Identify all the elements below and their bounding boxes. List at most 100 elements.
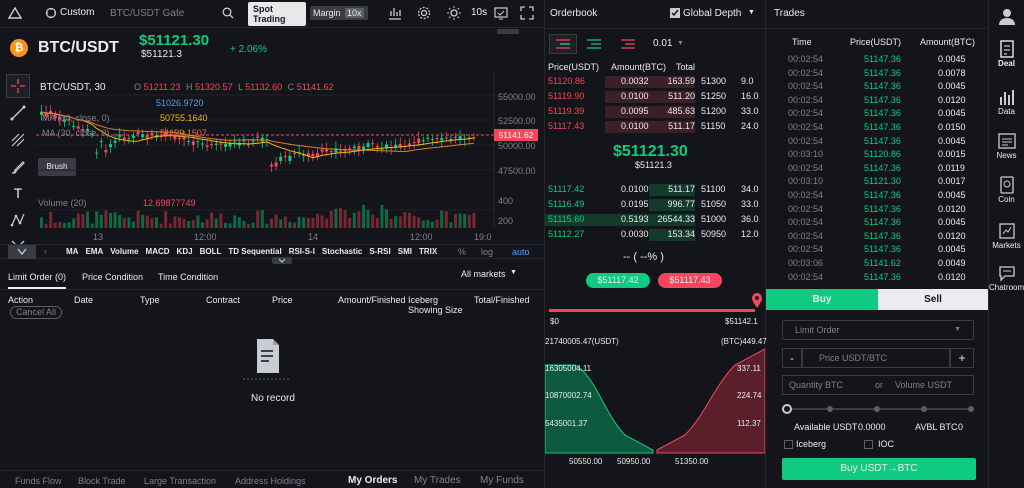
global-depth-label[interactable]: Global Depth: [683, 8, 741, 19]
iceberg-label[interactable]: Iceberg: [796, 439, 826, 449]
ask-row[interactable]: 51119.90 0.0100 511.20 51250 16.0: [545, 90, 765, 103]
collapse-tools-icon[interactable]: [8, 245, 36, 259]
gear-icon[interactable]: [417, 6, 431, 20]
sidebar-markets[interactable]: Markets: [989, 222, 1024, 258]
screenshot-icon[interactable]: [494, 6, 508, 20]
ob-view-both-icon[interactable]: [549, 34, 577, 54]
custom-icon[interactable]: [45, 7, 57, 19]
bid-row[interactable]: 51117.42 0.0100 511.17 51100 34.0: [545, 183, 765, 196]
all-markets-select[interactable]: All markets: [461, 269, 506, 279]
nav-address-holdings[interactable]: Address Holdings: [235, 476, 306, 486]
fullscreen-icon[interactable]: [520, 6, 534, 20]
fib-icon[interactable]: [10, 132, 26, 148]
price-minus-button[interactable]: -: [782, 348, 802, 368]
nav-large-transaction[interactable]: Large Transaction: [144, 476, 216, 486]
sidebar-deal[interactable]: Deal: [989, 40, 1024, 76]
price-chart[interactable]: BTC/USDT, 30 O 51211.23 H 51320.57 L 511…: [36, 70, 544, 243]
slider-handle[interactable]: [782, 404, 792, 414]
bid-row[interactable]: 51115.60 0.5193 26544.33 51000 36.0: [545, 213, 765, 226]
indicator-5[interactable]: BOLL: [200, 247, 222, 256]
user-icon[interactable]: [997, 6, 1017, 26]
margin-button[interactable]: Margin 10x: [310, 6, 368, 20]
percent-toggle[interactable]: %: [458, 247, 466, 257]
ask-row[interactable]: 51120.86 0.0032 163.59 51300 9.0: [545, 75, 765, 88]
ob-bid-button[interactable]: $51117.42: [586, 273, 650, 288]
global-depth-checkbox[interactable]: [670, 8, 680, 18]
ob-view-asks-icon[interactable]: [619, 36, 637, 52]
sidebar-news[interactable]: News: [989, 132, 1024, 168]
slider-dot-100[interactable]: [968, 406, 974, 412]
price-plus-button[interactable]: +: [950, 348, 974, 368]
scroll-right-icon[interactable]: ›: [434, 246, 437, 256]
ioc-label[interactable]: IOC: [878, 439, 894, 449]
iceberg-checkbox[interactable]: [784, 440, 793, 449]
scroll-left-icon[interactable]: ‹: [44, 246, 47, 256]
sell-tab[interactable]: Sell: [878, 289, 988, 310]
brush-icon[interactable]: [10, 159, 26, 175]
ask-row[interactable]: 51119.39 0.0095 485.63 51200 33.0: [545, 105, 765, 118]
symbol-search-input[interactable]: BTC/USDT Gate: [110, 8, 184, 19]
submit-buy-button[interactable]: Buy USDT→BTC: [782, 458, 976, 480]
bid-row[interactable]: 51112.27 0.0030 153.34 50950 12.0: [545, 228, 765, 241]
indicator-9[interactable]: S-RSI: [369, 247, 390, 256]
ob-ask-button[interactable]: $51117.43: [658, 273, 722, 288]
buy-tab[interactable]: Buy: [766, 289, 878, 310]
cancel-all-button[interactable]: Cancel All: [10, 306, 62, 319]
custom-label[interactable]: Custom: [60, 7, 94, 18]
chart-canvas[interactable]: [36, 70, 544, 243]
slider-dot-75[interactable]: [921, 406, 927, 412]
ob-view-bids-icon[interactable]: [585, 36, 603, 52]
indicator-1[interactable]: EMA: [85, 247, 103, 256]
crosshair-icon[interactable]: [6, 74, 30, 98]
chevron-down-icon[interactable]: ▼: [510, 269, 517, 276]
pattern-icon[interactable]: [10, 212, 26, 228]
pair-title[interactable]: BTC/USDT: [38, 39, 119, 57]
trend-line-icon[interactable]: [10, 105, 26, 121]
nav-my-funds[interactable]: My Funds: [480, 475, 524, 486]
panel-resize-handle[interactable]: [272, 257, 292, 264]
indicator-8[interactable]: Stochastic: [322, 247, 362, 256]
slider-dot-25[interactable]: [827, 406, 833, 412]
layout-icon[interactable]: [8, 6, 22, 20]
order-type-select[interactable]: Limit Order ▼: [782, 320, 974, 340]
nav-my-orders[interactable]: My Orders: [348, 475, 397, 486]
indicator-6[interactable]: TD Sequential: [228, 247, 281, 256]
chevron-down-icon[interactable]: ▼: [677, 40, 684, 47]
ioc-checkbox[interactable]: [864, 440, 873, 449]
nav-my-trades[interactable]: My Trades: [414, 475, 461, 486]
quantity-input[interactable]: Quantity BTC or Volume USDT: [782, 375, 974, 395]
tab-limit-order[interactable]: Limit Order (0): [8, 272, 66, 282]
indicator-4[interactable]: KDJ: [177, 247, 193, 256]
amount-slider[interactable]: [782, 404, 976, 414]
depth-chart[interactable]: 21740005.47(USDT) (BTC)449.47 16305004.1…: [545, 335, 767, 470]
nav-funds-flow[interactable]: Funds Flow: [15, 476, 62, 486]
indicator-2[interactable]: Volume: [110, 247, 138, 256]
search-icon[interactable]: [222, 7, 234, 19]
sidebar-data[interactable]: Data: [989, 88, 1024, 124]
tab-time-condition[interactable]: Time Condition: [158, 272, 218, 282]
log-toggle[interactable]: log: [481, 247, 493, 257]
spot-trading-button[interactable]: Spot Trading: [248, 2, 306, 26]
sidebar-coin[interactable]: Coin: [989, 176, 1024, 212]
nav-block-trade[interactable]: Block Trade: [78, 476, 126, 486]
theme-sun-icon[interactable]: [447, 6, 461, 20]
text-tool-icon[interactable]: T: [10, 185, 26, 201]
price-input[interactable]: Price USDT/BTC: [802, 348, 950, 368]
auto-toggle[interactable]: auto: [512, 247, 530, 257]
indicator-7[interactable]: RSI-S-I: [289, 247, 315, 256]
tab-price-condition[interactable]: Price Condition: [82, 272, 143, 282]
precision-select[interactable]: 0.01: [653, 38, 672, 49]
indicator-icon[interactable]: [388, 6, 402, 20]
depth-canvas[interactable]: [545, 335, 765, 470]
sidebar-chatroom[interactable]: Chatroom: [989, 264, 1024, 300]
indicator-0[interactable]: MA: [66, 247, 78, 256]
indicator-3[interactable]: MACD: [146, 247, 170, 256]
slider-dot-50[interactable]: [874, 406, 880, 412]
bid-row[interactable]: 51116.49 0.0195 996.77 51050 33.0: [545, 198, 765, 211]
interval-10s[interactable]: 10s: [471, 7, 487, 18]
ask-row[interactable]: 51117.43 0.0100 511.17 51150 24.0: [545, 120, 765, 133]
chevron-down-icon[interactable]: ▼: [748, 9, 755, 16]
indicator-10[interactable]: SMI: [398, 247, 412, 256]
collapse-handle[interactable]: [497, 29, 519, 34]
volume-bar: [242, 220, 246, 228]
